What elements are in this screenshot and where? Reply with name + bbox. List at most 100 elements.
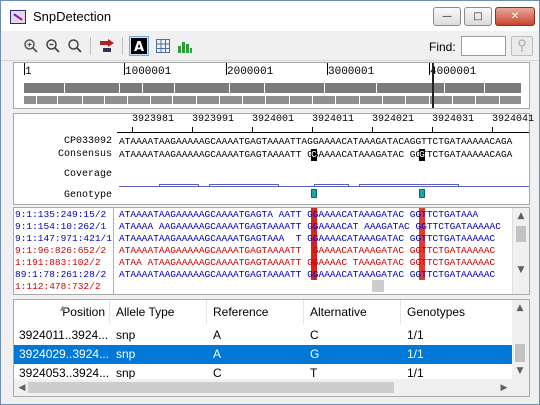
read-name[interactable]: 89:1:78:261:28/2 <box>15 269 106 280</box>
scroll-up-icon[interactable]: ▲ <box>513 208 529 224</box>
overview-label: 1 <box>25 66 32 78</box>
read-name[interactable]: 9:1:154:10:262/1 <box>15 221 106 232</box>
table-row-selected[interactable]: 3924029..3924... snp A G 1/1 <box>14 345 514 364</box>
coverage-label: Coverage <box>63 169 112 180</box>
app-icon <box>10 10 26 24</box>
current-position-marker[interactable] <box>432 63 434 108</box>
zoom-out-icon[interactable] <box>43 36 63 56</box>
find-input[interactable] <box>461 36 506 56</box>
reads-panel: 9:1:135:249:15/2 9:1:154:10:262/1 9:1:14… <box>13 207 530 295</box>
ruler-label: 3923991 <box>192 114 235 125</box>
scroll-thumb[interactable] <box>28 382 394 393</box>
scroll-thumb[interactable] <box>515 344 525 362</box>
cell-alternative: C <box>310 328 319 342</box>
cell-position: 3924029..3924... <box>19 347 110 361</box>
read-name[interactable]: 1:112:478:732/2 <box>15 281 101 292</box>
reads-horizontal-scroll-thumb[interactable] <box>372 280 384 292</box>
ruler-label: 3924031 <box>432 114 475 125</box>
scroll-down-icon[interactable]: ▼ <box>513 262 529 278</box>
grid-icon[interactable] <box>153 36 173 56</box>
cell-allele-type: snp <box>116 347 136 361</box>
font-toggle-icon[interactable]: A <box>129 36 149 56</box>
snp-detection-window: SnpDetection — □ ✕ A Find: 1 1000001 200… <box>0 0 540 405</box>
scroll-up-icon[interactable]: ▲ <box>512 300 528 316</box>
overview-label: 1000001 <box>125 66 172 78</box>
coverage-bump <box>209 184 279 187</box>
scroll-down-icon[interactable]: ▼ <box>512 363 528 379</box>
read-alignment-area[interactable]: ATAAAATAAGAAAAAGCAAAATGAGTA AATT GGAAAAC… <box>117 208 512 294</box>
overview-label: 4000001 <box>430 66 477 78</box>
column-header-allele-type[interactable]: Allele Type <box>111 300 207 324</box>
column-header-reference[interactable]: Reference <box>208 300 304 324</box>
read-sequence: ATAAAATAAGAAAAAGCAAAATGAGTAAA T GGAAAACA… <box>119 233 496 244</box>
read-name[interactable]: 9:1:147:971:421/1 <box>15 233 112 244</box>
overview-label: 2000001 <box>227 66 274 78</box>
cell-genotypes: 1/1 <box>407 328 424 342</box>
ruler-tick <box>132 127 133 133</box>
variant-overview-bar <box>24 96 521 104</box>
cell-genotypes: 1/1 <box>407 347 424 361</box>
find-label: Find: <box>429 40 456 54</box>
reference-label: CP033092 <box>63 136 112 147</box>
column-header-alternative[interactable]: Alternative <box>305 300 401 324</box>
cell-alternative: G <box>310 347 320 361</box>
genome-overview[interactable]: 1 1000001 2000001 3000001 4000001 <box>13 62 530 109</box>
read-name[interactable]: 9:1:96:826:652/2 <box>15 245 106 256</box>
reference-sequence: ATAAAATAAGAAAAAGCAAAATGAGTAAAATTAGGAAAAC… <box>119 136 513 147</box>
read-sequence: ATAAAATAAGAAAAAGCAAAATGAGTA AATT GGAAAAC… <box>119 209 479 220</box>
cell-position: 3924011..3924... <box>19 328 109 342</box>
coverage-bump <box>159 184 199 187</box>
scroll-thumb[interactable] <box>516 226 526 242</box>
read-sequence: ATAAAATAAGAAAAAGCAAAATGAGTAAAATT GAAAACA… <box>119 245 496 256</box>
ruler-tick <box>492 127 493 133</box>
genotype-marker[interactable] <box>419 189 425 198</box>
consensus-variant-base: C <box>311 149 317 160</box>
scroll-right-icon[interactable]: ▶ <box>496 380 512 396</box>
ruler-label: 3924001 <box>252 114 295 125</box>
chart-icon[interactable] <box>175 36 195 56</box>
cell-reference: A <box>213 347 222 361</box>
reads-vertical-scrollbar[interactable]: ▲ ▼ <box>512 208 529 294</box>
toolbar-separator <box>122 37 123 55</box>
read-name[interactable]: 1:191:883:102/2 <box>15 257 101 268</box>
close-button[interactable]: ✕ <box>495 7 535 26</box>
read-names-column: 9:1:135:249:15/2 9:1:154:10:262/1 9:1:14… <box>14 208 114 294</box>
toolbar-separator <box>90 37 91 55</box>
consensus-variant-base: G <box>419 149 425 160</box>
read-sequence: ATAAAA AAGAAAAAGCAAAATGAGTAAAATT GGAAAAC… <box>119 221 501 232</box>
table-row[interactable]: 3924011..3924... snp A C 1/1 <box>14 326 514 345</box>
column-header-position[interactable]: ▲ Position <box>14 300 110 324</box>
zoom-fit-icon[interactable] <box>65 36 85 56</box>
snp-table: ▲ Position Allele Type Reference Alterna… <box>13 299 530 397</box>
cell-reference: A <box>213 328 222 342</box>
coverage-bump <box>359 184 459 187</box>
zoom-in-icon[interactable] <box>21 36 41 56</box>
column-header-genotypes[interactable]: Genotypes <box>402 300 513 324</box>
svg-text:A: A <box>134 40 144 54</box>
cell-allele-type: snp <box>116 328 136 342</box>
read-sequence: ATAA ATAAGAAAAAGCAAAATGAGTAAAATT GGAAAAC… <box>119 257 496 268</box>
minimize-button[interactable]: — <box>433 7 461 26</box>
overview-label: 3000001 <box>328 66 375 78</box>
table-horizontal-scrollbar[interactable]: ◀ ▶ <box>14 379 513 396</box>
consensus-label: Consensus <box>57 149 112 160</box>
ruler-tick <box>372 127 373 133</box>
position-ruler <box>117 132 529 133</box>
ruler-tick <box>432 127 433 133</box>
window-title: SnpDetection <box>33 9 112 24</box>
genotype-label: Genotype <box>63 190 112 201</box>
sequence-panel: 3923981 3923991 3924001 3924011 3924021 … <box>13 113 534 205</box>
sort-ascending-icon: ▲ <box>60 304 66 312</box>
maximize-button[interactable]: □ <box>464 7 492 26</box>
title-bar: SnpDetection — □ ✕ <box>1 1 539 31</box>
find-search-icon[interactable] <box>511 36 533 56</box>
ruler-tick <box>312 127 313 133</box>
genotype-marker[interactable] <box>311 189 317 198</box>
toolbar: A Find: <box>1 31 539 61</box>
coverage-bump <box>314 184 349 187</box>
table-vertical-scrollbar[interactable]: ▲ ▼ <box>512 300 529 396</box>
read-name[interactable]: 9:1:135:249:15/2 <box>15 209 106 220</box>
jump-to-icon[interactable] <box>97 36 117 56</box>
ruler-label: 3924011 <box>312 114 355 125</box>
ruler-tick <box>252 127 253 133</box>
